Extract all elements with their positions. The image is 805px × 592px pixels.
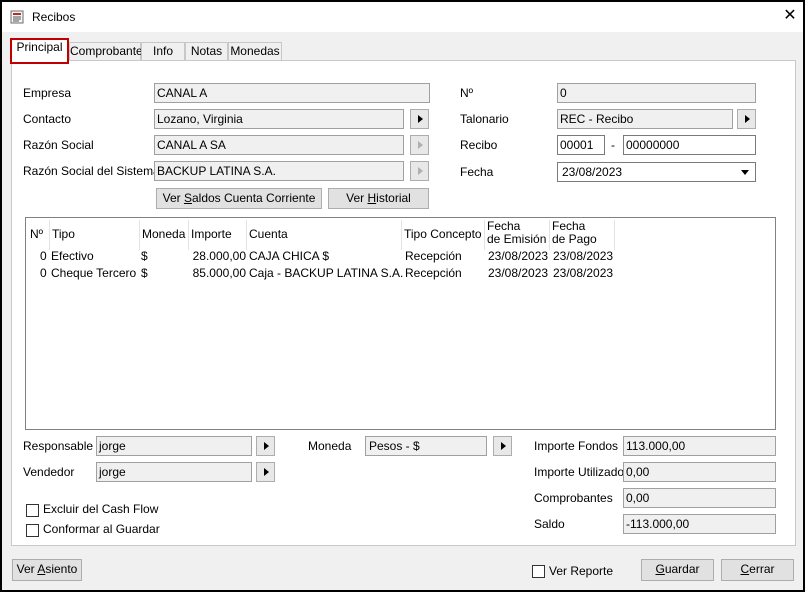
contacto-label: Contacto	[23, 112, 72, 126]
importe-utilizado-label: Importe Utilizado	[534, 465, 625, 479]
col-header-tipo[interactable]: Tipo	[50, 220, 140, 250]
cerrar-label-accel: C	[740, 562, 750, 576]
guardar-label-accel: G	[655, 562, 665, 576]
items-grid[interactable]: Nº Tipo Moneda Importe Cuenta Tipo Conce…	[25, 217, 776, 430]
ver-historial-label-post: istorial	[376, 191, 411, 205]
recibo-prefix-input[interactable]: 00001	[557, 135, 605, 155]
col-header-importe[interactable]: Importe	[189, 220, 247, 250]
razon-social-select-button[interactable]	[410, 135, 429, 155]
cell-tipo: Cheque Tercero	[51, 266, 137, 280]
conformar-guardar-label: Conformar al Guardar	[43, 522, 160, 536]
excluir-cash-flow-label: Excluir del Cash Flow	[43, 502, 159, 516]
conformar-guardar-checkbox[interactable]	[26, 524, 39, 537]
guardar-label-post: uardar	[664, 562, 700, 576]
empresa-field[interactable]: CANAL A	[154, 83, 430, 103]
responsable-select-button[interactable]	[256, 436, 275, 456]
talonario-field[interactable]: REC - Recibo	[557, 109, 733, 129]
razon-social-label: Razón Social	[23, 138, 94, 152]
recibo-number-input[interactable]: 00000000	[623, 135, 756, 155]
col-header-cuenta[interactable]: Cuenta	[247, 220, 402, 250]
razon-social-sistema-select-button[interactable]	[410, 161, 429, 181]
cell-fecha-pago: 23/08/2023	[553, 249, 614, 263]
ver-historial-label-accel: H	[367, 191, 377, 205]
saldo-label: Saldo	[534, 517, 565, 531]
razon-social-sistema-label: Razón Social del Sistema	[23, 164, 160, 178]
tab-info[interactable]: Info	[141, 42, 185, 61]
moneda-select-button[interactable]	[493, 436, 512, 456]
numero-label: Nº	[460, 86, 474, 100]
cell-importe: 85.000,00	[192, 266, 246, 280]
fecha-value: 23/08/2023	[562, 165, 623, 179]
title-bar: Recibos ✕	[2, 2, 803, 32]
cerrar-button[interactable]: Cerrar	[721, 559, 794, 581]
importe-utilizado-field: 0,00	[623, 462, 776, 482]
window-title: Recibos	[32, 10, 76, 24]
recibos-window: Recibos ✕ Principal Comprobantes Info No…	[0, 0, 805, 592]
cell-num: 0	[40, 249, 47, 263]
contacto-select-button[interactable]	[410, 109, 429, 129]
razon-social-field[interactable]: CANAL A SA	[154, 135, 404, 155]
tab-monedas[interactable]: Monedas	[228, 42, 282, 61]
contacto-field[interactable]: Lozano, Virginia	[154, 109, 404, 129]
cell-tipo: Efectivo	[51, 249, 94, 263]
ver-historial-button[interactable]: Ver Historial	[328, 188, 429, 209]
cell-tipo-concepto: Recepción	[405, 249, 462, 263]
vendedor-select-button[interactable]	[256, 462, 275, 482]
ver-saldos-button[interactable]: Ver Saldos Cuenta Corriente	[156, 188, 322, 209]
empresa-label: Empresa	[23, 86, 72, 100]
ver-asiento-label-pre: Ver	[16, 562, 38, 576]
moneda-field[interactable]: Pesos - $	[365, 436, 487, 456]
cell-moneda: $	[141, 266, 148, 280]
importe-fondos-label: Importe Fondos	[534, 439, 619, 453]
cell-moneda: $	[141, 249, 148, 263]
receipt-app-icon	[10, 10, 24, 24]
vendedor-field[interactable]: jorge	[96, 462, 252, 482]
fecha-label: Fecha	[460, 165, 494, 179]
ver-reporte-checkbox[interactable]	[532, 565, 545, 578]
comprobantes-label: Comprobantes	[534, 491, 613, 505]
numero-field[interactable]: 0	[557, 83, 756, 103]
col-header-tipo-concepto[interactable]: Tipo Concepto	[402, 220, 485, 250]
ver-saldos-label-pre: Ver	[162, 191, 184, 205]
ver-asiento-button[interactable]: Ver Asiento	[12, 559, 82, 581]
tab-comprobantes[interactable]: Comprobantes	[69, 42, 149, 61]
ver-asiento-label-post: siento	[45, 562, 78, 576]
talonario-select-button[interactable]	[737, 109, 756, 129]
recibo-label: Recibo	[460, 138, 498, 152]
saldo-field: -113.000,00	[623, 514, 776, 534]
cell-fecha-emision: 23/08/2023	[488, 266, 549, 280]
ver-reporte-label: Ver Reporte	[549, 564, 614, 578]
ver-saldos-label-accel: S	[183, 191, 192, 205]
cell-fecha-pago: 23/08/2023	[553, 266, 614, 280]
ver-saldos-label-post: aldos Cuenta Corriente	[191, 191, 316, 205]
responsable-label: Responsable	[23, 439, 94, 453]
col-header-fecha-pago[interactable]: Fecha de Pago	[550, 220, 615, 250]
excluir-cash-flow-checkbox[interactable]	[26, 504, 39, 517]
active-tab-highlight	[10, 38, 69, 64]
cerrar-label-post: errar	[749, 562, 775, 576]
vendedor-label: Vendedor	[23, 465, 75, 479]
tab-notas[interactable]: Notas	[185, 42, 228, 61]
cell-tipo-concepto: Recepción	[405, 266, 462, 280]
cell-num: 0	[40, 266, 47, 280]
razon-social-sistema-field[interactable]: BACKUP LATINA S.A.	[154, 161, 404, 181]
importe-fondos-field: 113.000,00	[623, 436, 776, 456]
guardar-button[interactable]: Guardar	[641, 559, 714, 581]
talonario-label: Talonario	[460, 112, 509, 126]
col-header-moneda[interactable]: Moneda	[140, 220, 189, 250]
comprobantes-field: 0,00	[623, 488, 776, 508]
recibo-dash: -	[611, 138, 615, 152]
col-header-num[interactable]: Nº	[28, 220, 50, 250]
cell-importe: 28.000,00	[192, 249, 246, 263]
cell-fecha-emision: 23/08/2023	[488, 249, 549, 263]
cell-cuenta: CAJA CHICA $	[249, 249, 330, 263]
ver-historial-label-pre: Ver	[346, 191, 368, 205]
moneda-label: Moneda	[308, 439, 352, 453]
col-header-fecha-emision[interactable]: Fecha de Emisión	[485, 220, 550, 250]
cell-cuenta: Caja - BACKUP LATINA S.A.	[249, 266, 404, 280]
responsable-field[interactable]: jorge	[96, 436, 252, 456]
close-icon[interactable]: ✕	[780, 6, 800, 26]
fecha-date-picker[interactable]: 23/08/2023	[557, 162, 756, 182]
chevron-down-icon	[741, 170, 749, 175]
